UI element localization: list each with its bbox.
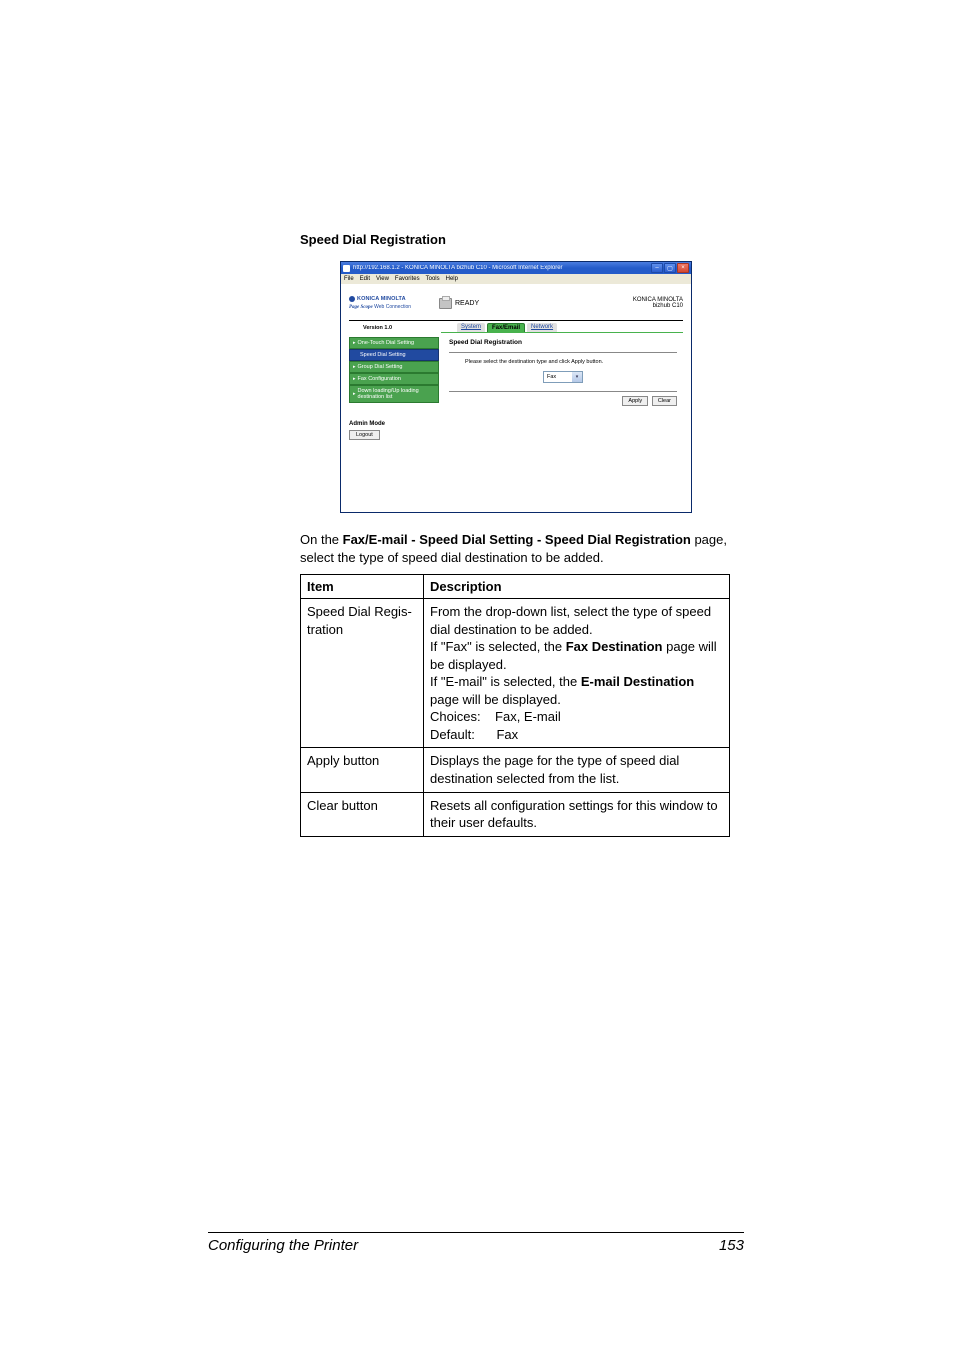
web-connection-label: Web Connection xyxy=(374,304,411,310)
main-rule1 xyxy=(449,352,677,353)
printer-icon xyxy=(439,298,452,309)
ie-body: KONICA MINOLTA Page Scope Web Connection… xyxy=(341,284,691,512)
sidebar: ▸ One-Touch Dial Setting Speed Dial Sett… xyxy=(349,337,439,440)
km-logo-icon xyxy=(349,296,355,302)
main-pane: Speed Dial Registration Please select th… xyxy=(443,337,683,440)
tab-network[interactable]: Network xyxy=(527,323,557,332)
r1-line2b: Fax Destination xyxy=(566,639,663,654)
intro-bold-path: Fax/E-mail - Speed Dial Setting - Speed … xyxy=(343,532,691,547)
intro-paragraph: On the Fax/E-mail - Speed Dial Setting -… xyxy=(300,531,730,566)
admin-mode-label: Admin Mode xyxy=(349,421,439,427)
maximize-button[interactable]: ▢ xyxy=(664,263,676,273)
content-area: Speed Dial Registration http://192.168.1… xyxy=(300,232,730,837)
td-item-speeddial: Speed Dial Regis­tration xyxy=(301,599,424,748)
chevron-right-icon: ▸ xyxy=(353,376,356,382)
sidebar-item-downup[interactable]: ▸ Down loading/Up loading destination li… xyxy=(349,385,439,403)
pagescope-prefix: Page Scope xyxy=(349,305,373,310)
select-row: Fax ▾ xyxy=(449,371,677,383)
km-logo: KONICA MINOLTA xyxy=(349,296,439,302)
sidebar-item-onetouch[interactable]: ▸ One-Touch Dial Setting xyxy=(349,337,439,349)
r1-line3b: E-mail Destination xyxy=(581,674,694,689)
version-label: Version 1.0 xyxy=(349,325,453,331)
header-row: KONICA MINOLTA Page Scope Web Connection… xyxy=(341,284,691,320)
apply-button[interactable]: Apply xyxy=(622,396,648,406)
version-row: Version 1.0 System Fax/Email Network xyxy=(341,321,691,332)
admin-mode-block: Admin Mode Logout xyxy=(349,421,439,440)
r1-choices-value: Fax, E-mail xyxy=(495,709,561,724)
page-footer: Configuring the Printer 153 xyxy=(208,1232,744,1254)
km-logo-text: KONICA MINOLTA xyxy=(357,296,406,302)
main-title: Speed Dial Registration xyxy=(449,339,677,346)
ie-menubar: File Edit View Favorites Tools Help xyxy=(341,274,691,284)
destination-type-select[interactable]: Fax ▾ xyxy=(543,371,583,383)
chevron-down-icon: ▾ xyxy=(572,372,582,382)
r1-line3a: If "E-mail" is selected, the xyxy=(430,674,581,689)
chevron-right-icon: ▸ xyxy=(353,364,356,370)
menu-edit[interactable]: Edit xyxy=(360,276,370,282)
sidebar-label-onetouch: One-Touch Dial Setting xyxy=(358,340,415,346)
th-description: Description xyxy=(424,575,730,599)
clear-button[interactable]: Clear xyxy=(652,396,677,406)
chevron-right-icon: ▸ xyxy=(353,391,356,397)
intro-prefix: On the xyxy=(300,532,343,547)
ready-column: READY xyxy=(439,298,613,309)
page: Speed Dial Registration http://192.168.1… xyxy=(0,0,954,1350)
description-table: Item Description Speed Dial Regis­tratio… xyxy=(300,574,730,837)
tab-system[interactable]: System xyxy=(457,323,485,332)
sidebar-label-faxconfig: Fax Configuration xyxy=(358,376,401,382)
sidebar-item-speeddial[interactable]: Speed Dial Setting xyxy=(349,349,439,361)
footer-title: Configuring the Printer xyxy=(208,1237,358,1254)
tab-fax-email[interactable]: Fax/Email xyxy=(487,323,525,332)
ie-window-title: http://192.168.1.2 - KONICA MINOLTA bizh… xyxy=(353,265,650,271)
r1-default-value: Fax xyxy=(496,727,518,742)
logout-button[interactable]: Logout xyxy=(349,430,380,440)
table-header-row: Item Description xyxy=(301,575,730,599)
r1-line2a: If "Fax" is selected, the xyxy=(430,639,566,654)
td-desc-apply: Displays the page for the type of speed … xyxy=(424,748,730,792)
td-desc-speeddial: From the drop-down list, select the type… xyxy=(424,599,730,748)
menu-favorites[interactable]: Favorites xyxy=(395,276,420,282)
footer-page-number: 153 xyxy=(719,1237,744,1254)
sidebar-item-faxconfig[interactable]: ▸ Fax Configuration xyxy=(349,373,439,385)
main-rule2 xyxy=(449,391,677,392)
logo-column: KONICA MINOLTA Page Scope Web Connection xyxy=(349,296,439,310)
main-instruction: Please select the destination type and c… xyxy=(465,359,677,365)
ready-text: READY xyxy=(455,300,479,307)
sidebar-label-speeddial: Speed Dial Setting xyxy=(360,352,406,358)
chevron-right-icon: ▸ xyxy=(353,340,356,346)
sidebar-label-downup: Down loading/Up loading destination list xyxy=(358,388,435,400)
table-row: Speed Dial Regis­tration From the drop-d… xyxy=(301,599,730,748)
th-item: Item xyxy=(301,575,424,599)
menu-tools[interactable]: Tools xyxy=(426,276,440,282)
ie-main: ▸ One-Touch Dial Setting Speed Dial Sett… xyxy=(341,333,691,444)
ie-titlebar: http://192.168.1.2 - KONICA MINOLTA bizh… xyxy=(341,262,691,274)
table-row: Apply button Displays the page for the t… xyxy=(301,748,730,792)
r1-default-label: Default: xyxy=(430,727,475,742)
sidebar-item-groupdial[interactable]: ▸ Group Dial Setting xyxy=(349,361,439,373)
section-heading: Speed Dial Registration xyxy=(300,232,730,247)
td-desc-clear: Resets all configuration settings for th… xyxy=(424,792,730,836)
table-row: Clear button Resets all configuration se… xyxy=(301,792,730,836)
menu-view[interactable]: View xyxy=(376,276,389,282)
close-button[interactable]: × xyxy=(677,263,689,273)
minimize-button[interactable]: – xyxy=(651,263,663,273)
web-connection-text: Page Scope Web Connection xyxy=(349,304,439,310)
menu-help[interactable]: Help xyxy=(446,276,458,282)
r1-choices-label: Choices: xyxy=(430,709,481,724)
menu-file[interactable]: File xyxy=(344,276,354,282)
tabs-row: System Fax/Email Network xyxy=(457,323,557,332)
ie-window: http://192.168.1.2 - KONICA MINOLTA bizh… xyxy=(340,261,692,513)
model-column: KONICA MINOLTA bizhub C10 xyxy=(613,297,683,309)
td-item-clear: Clear button xyxy=(301,792,424,836)
sidebar-label-groupdial: Group Dial Setting xyxy=(358,364,403,370)
r1-line3c: page will be displayed. xyxy=(430,692,561,707)
screenshot-wrap: http://192.168.1.2 - KONICA MINOLTA bizh… xyxy=(340,261,690,513)
td-item-apply: Apply button xyxy=(301,748,424,792)
button-row: Apply Clear xyxy=(449,396,677,406)
ie-favicon-icon xyxy=(343,265,350,272)
model-line2: bizhub C10 xyxy=(613,303,683,309)
r1-line1: From the drop-down list, select the type… xyxy=(430,604,711,637)
select-value: Fax xyxy=(544,374,572,380)
